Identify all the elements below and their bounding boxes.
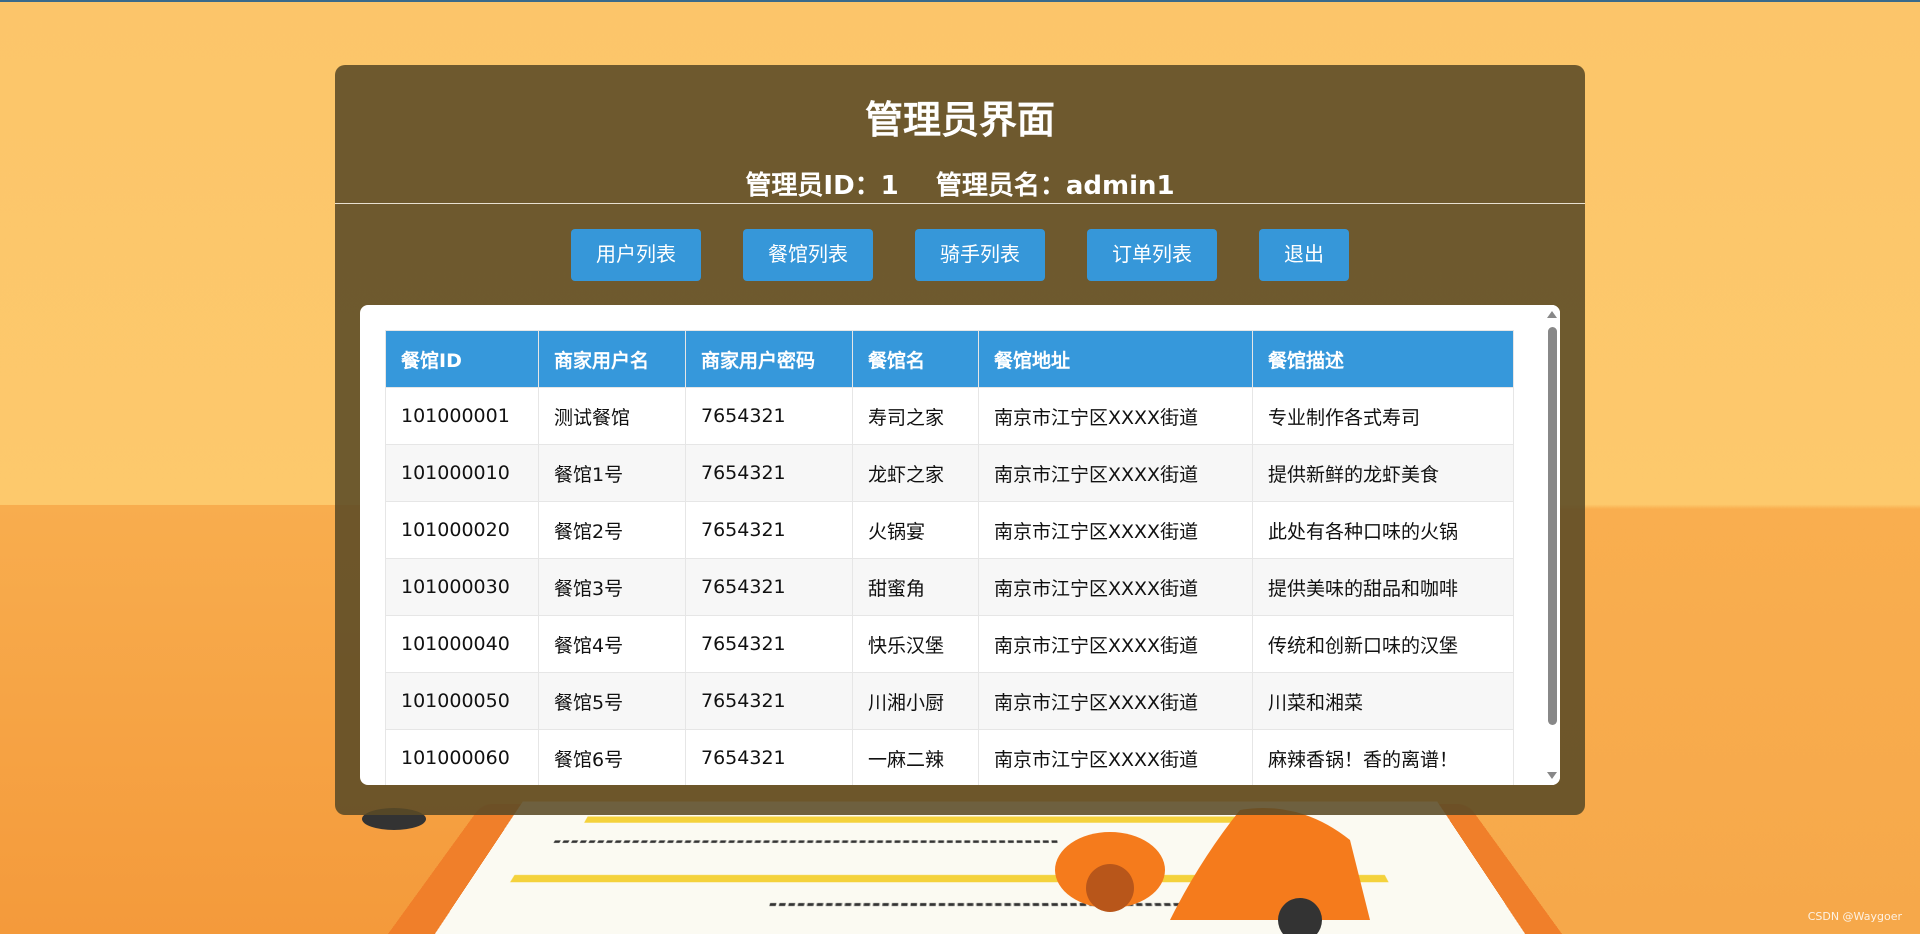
nav-bar: 用户列表 餐馆列表 骑手列表 订单列表 退出 [335,229,1585,281]
cell-merchant-username: 餐馆1号 [538,444,686,502]
admin-panel: 管理员界面 管理员ID：1 管理员名：admin1 用户列表 餐馆列表 骑手列表… [335,65,1585,815]
cell-restaurant-name: 火锅宴 [852,501,979,559]
column-header-restaurant-address: 餐馆地址 [978,330,1253,388]
table-row: 101000020 餐馆2号 7654321 火锅宴 南京市江宁区XXXX街道 … [385,501,1514,559]
table-row: 101000050 餐馆5号 7654321 川湘小厨 南京市江宁区XXXX街道… [385,672,1514,730]
scrollbar-thumb[interactable] [1548,327,1557,725]
cell-restaurant-description: 此处有各种口味的火锅 [1252,501,1514,559]
table-row: 101000040 餐馆4号 7654321 快乐汉堡 南京市江宁区XXXX街道… [385,615,1514,673]
cell-merchant-username: 测试餐馆 [538,387,686,445]
cell-restaurant-address: 南京市江宁区XXXX街道 [978,729,1253,785]
cell-merchant-password: 7654321 [685,387,853,445]
vertical-scrollbar[interactable] [1544,305,1560,785]
table-row: 101000010 餐馆1号 7654321 龙虾之家 南京市江宁区XXXX街道… [385,444,1514,502]
cell-merchant-username: 餐馆3号 [538,558,686,616]
cell-restaurant-id: 101000040 [385,615,539,673]
page-title: 管理员界面 [864,98,1055,142]
table-row: 101000030 餐馆3号 7654321 甜蜜角 南京市江宁区XXXX街道 … [385,558,1514,616]
cell-restaurant-name: 快乐汉堡 [852,615,979,673]
cell-merchant-username: 餐馆2号 [538,501,686,559]
restaurant-table: 餐馆ID 商家用户名 商家用户密码 餐馆名 餐馆地址 餐馆描述 10100000… [385,330,1514,785]
cell-merchant-password: 7654321 [685,729,853,785]
header-divider [335,203,1585,204]
scroll-up-arrow-icon[interactable] [1547,311,1557,318]
column-header-restaurant-description: 餐馆描述 [1252,330,1514,388]
cell-restaurant-description: 传统和创新口味的汉堡 [1252,615,1514,673]
scooter-illustration [1055,808,1370,934]
table-row: 101000060 餐馆6号 7654321 一麻二辣 南京市江宁区XXXX街道… [385,729,1514,785]
cell-restaurant-description: 专业制作各式寿司 [1252,387,1514,445]
cell-restaurant-id: 101000020 [385,501,539,559]
cell-merchant-password: 7654321 [685,672,853,730]
cell-restaurant-address: 南京市江宁区XXXX街道 [978,387,1253,445]
cell-merchant-password: 7654321 [685,558,853,616]
cell-restaurant-address: 南京市江宁区XXXX街道 [978,444,1253,502]
cell-restaurant-id: 101000010 [385,444,539,502]
cell-restaurant-name: 龙虾之家 [852,444,979,502]
cell-merchant-username: 餐馆4号 [538,615,686,673]
column-header-merchant-username: 商家用户名 [538,330,686,388]
cell-restaurant-id: 101000050 [385,672,539,730]
cell-restaurant-address: 南京市江宁区XXXX街道 [978,501,1253,559]
logout-button[interactable]: 退出 [1259,229,1349,281]
admin-info: 管理员ID：1 管理员名：admin1 [335,165,1585,202]
user-list-button[interactable]: 用户列表 [571,229,701,281]
admin-id-label: 管理员ID：1 [745,171,899,201]
cell-restaurant-name: 川湘小厨 [852,672,979,730]
admin-name-label: 管理员名：admin1 [935,171,1175,201]
restaurant-list-button[interactable]: 餐馆列表 [743,229,873,281]
cell-restaurant-name: 寿司之家 [852,387,979,445]
watermark-text: CSDN @Waygoer [1807,910,1902,923]
cell-restaurant-name: 一麻二辣 [852,729,979,785]
top-border [0,0,1920,2]
cell-restaurant-name: 甜蜜角 [852,558,979,616]
scroll-down-arrow-icon[interactable] [1547,772,1557,779]
cell-restaurant-description: 川菜和湘菜 [1252,672,1514,730]
rider-list-button[interactable]: 骑手列表 [915,229,1045,281]
cell-restaurant-id: 101000060 [385,729,539,785]
column-header-restaurant-name: 餐馆名 [852,330,979,388]
cell-restaurant-id: 101000001 [385,387,539,445]
column-header-merchant-password: 商家用户密码 [685,330,853,388]
cell-restaurant-description: 麻辣香锅！香的离谱！ [1252,729,1514,785]
cell-restaurant-id: 101000030 [385,558,539,616]
restaurant-table-container: 餐馆ID 商家用户名 商家用户密码 餐馆名 餐馆地址 餐馆描述 10100000… [360,305,1560,785]
cell-restaurant-address: 南京市江宁区XXXX街道 [978,558,1253,616]
cell-restaurant-address: 南京市江宁区XXXX街道 [978,615,1253,673]
column-header-restaurant-id: 餐馆ID [385,330,539,388]
cell-merchant-username: 餐馆5号 [538,672,686,730]
order-list-button[interactable]: 订单列表 [1087,229,1217,281]
cell-restaurant-address: 南京市江宁区XXXX街道 [978,672,1253,730]
cell-merchant-password: 7654321 [685,444,853,502]
cell-restaurant-description: 提供新鲜的龙虾美食 [1252,444,1514,502]
table-header-row: 餐馆ID 商家用户名 商家用户密码 餐馆名 餐馆地址 餐馆描述 [385,330,1514,388]
cell-restaurant-description: 提供美味的甜品和咖啡 [1252,558,1514,616]
cell-merchant-password: 7654321 [685,501,853,559]
cell-merchant-password: 7654321 [685,615,853,673]
cell-merchant-username: 餐馆6号 [538,729,686,785]
table-row: 101000001 测试餐馆 7654321 寿司之家 南京市江宁区XXXX街道… [385,387,1514,445]
